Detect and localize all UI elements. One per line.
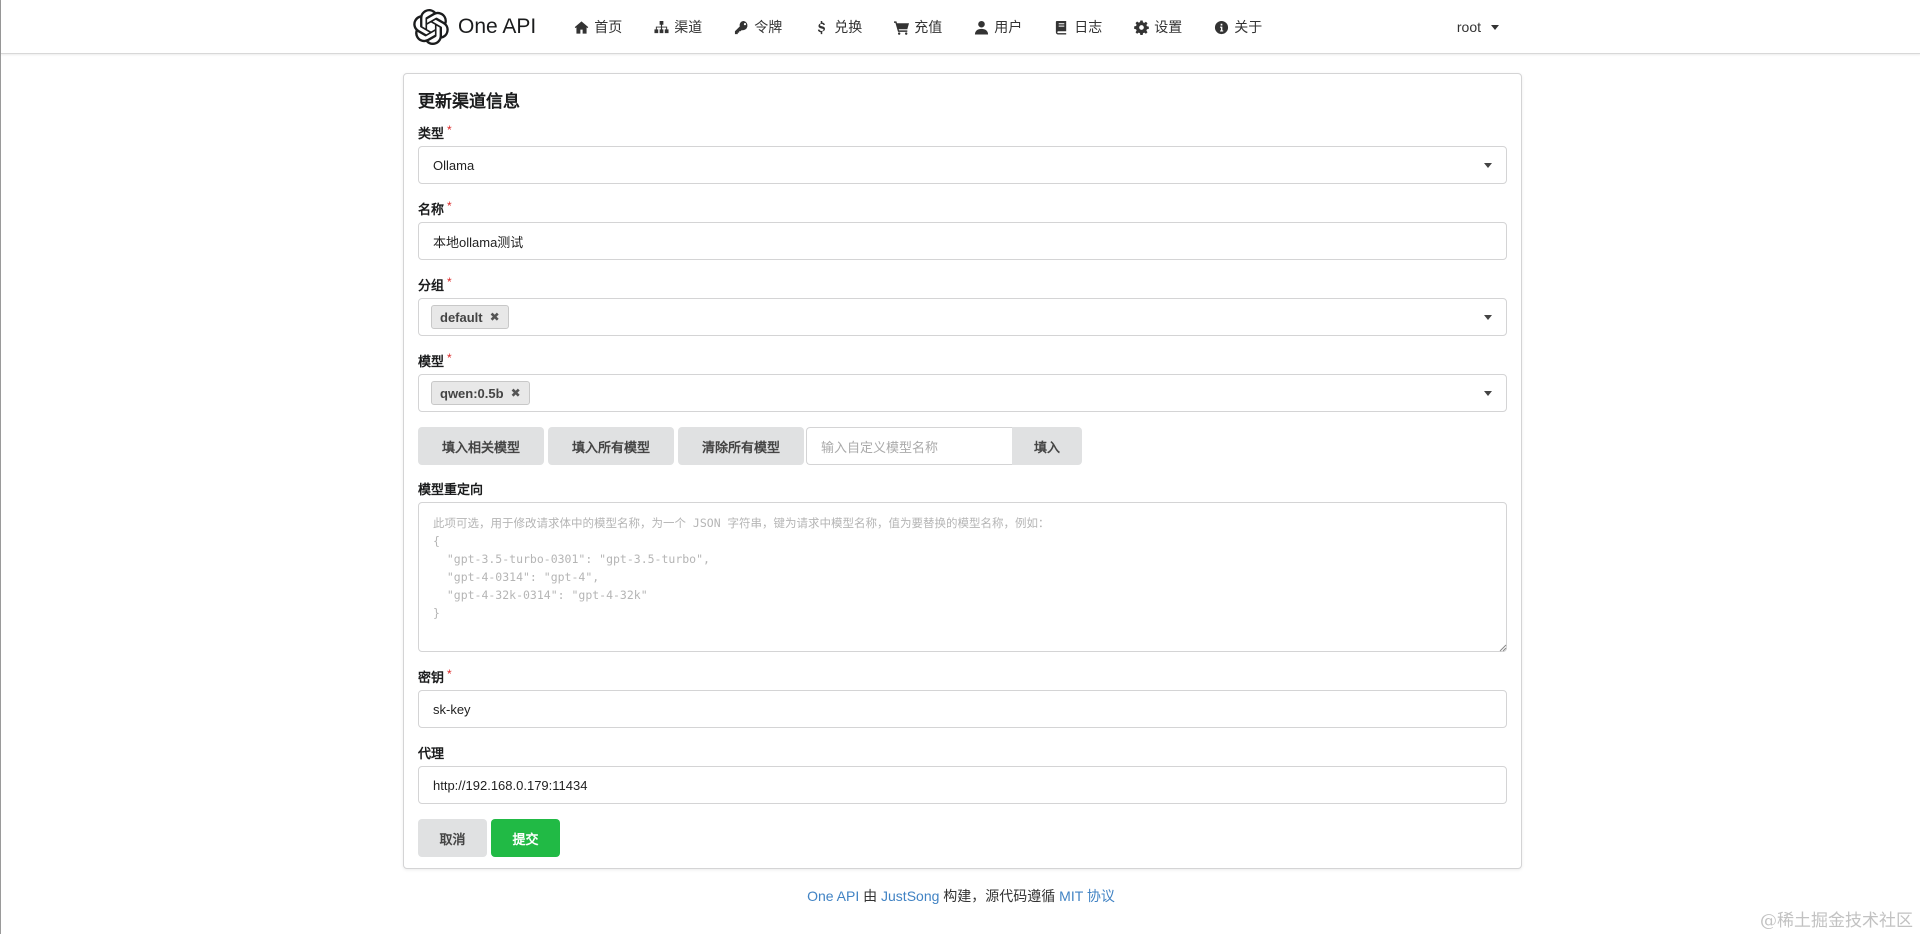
group-chip: default ✖: [431, 305, 509, 329]
model-chip: qwen:0.5b ✖: [431, 381, 530, 405]
model-mapping-textarea[interactable]: 此项可选，用于修改请求体中的模型名称，为一个 JSON 字符串，键为请求中模型名…: [418, 502, 1507, 652]
group-label: 分组 *: [418, 275, 452, 294]
home-icon: [574, 20, 589, 35]
cart-icon: [894, 20, 910, 35]
footer-by-text: 由: [859, 888, 882, 904]
model-chip-label: qwen:0.5b: [440, 385, 504, 401]
required-marker: *: [447, 351, 452, 365]
group-chip-label: default: [440, 309, 483, 325]
key-input[interactable]: sk-key: [418, 690, 1507, 728]
user-name: root: [1456, 19, 1481, 35]
dropdown-caret-icon: [1484, 315, 1492, 320]
models-label: 模型 *: [418, 351, 452, 370]
nav-home-label: 首页: [594, 19, 623, 35]
nav-about-label: 关于: [1234, 19, 1263, 35]
nav-tokens-label: 令牌: [754, 19, 783, 35]
proxy-label: 代理: [418, 746, 445, 761]
footer-author-link[interactable]: JustSong: [881, 888, 939, 904]
model-mapping-label: 模型重定向: [418, 482, 484, 497]
edit-channel-card: 更新渠道信息 类型 * Ollama 名称 * 本地ollama测试 分组 * def…: [403, 73, 1522, 869]
gear-icon: [1134, 19, 1150, 35]
type-select[interactable]: Ollama: [418, 146, 1507, 184]
nav-redeem[interactable]: 兑换: [798, 0, 878, 54]
nav-channels[interactable]: 渠道: [638, 0, 718, 54]
nav-about[interactable]: 关于: [1198, 0, 1278, 54]
brand-name: One API: [458, 15, 537, 38]
page-title: 更新渠道信息: [418, 92, 520, 111]
custom-model-input[interactable]: 输入自定义模型名称: [806, 427, 1012, 465]
proxy-input[interactable]: http://192.168.0.179:11434: [418, 766, 1507, 804]
required-marker: *: [447, 667, 452, 681]
footer-app-link[interactable]: One API: [807, 888, 859, 904]
models-multiselect[interactable]: qwen:0.5b ✖: [418, 374, 1507, 412]
clear-all-models-button[interactable]: 清除所有模型: [678, 427, 804, 465]
key-input-value: sk-key: [433, 701, 471, 717]
footer-built-text: 构建，源代码遵循: [939, 888, 1060, 904]
fill-related-models-button[interactable]: 填入相关模型: [418, 427, 544, 465]
openai-logo-icon: [413, 9, 449, 45]
submit-button[interactable]: 提交: [491, 819, 560, 857]
top-menu: One API 首页 渠道 令牌 兑换 充值 用户 日志 设置 关于 root: [1, 0, 1920, 54]
remove-chip-icon[interactable]: ✖: [511, 386, 521, 400]
nav-settings[interactable]: 设置: [1118, 0, 1198, 54]
type-label-text: 类型: [418, 126, 445, 141]
nav-users[interactable]: 用户: [958, 0, 1038, 54]
nav-channels-label: 渠道: [674, 19, 703, 35]
type-label: 类型 *: [418, 123, 452, 142]
name-label-text: 名称: [418, 202, 445, 217]
fill-custom-model-button[interactable]: 填入: [1012, 427, 1082, 465]
sitemap-icon: [654, 20, 669, 35]
proxy-input-value: http://192.168.0.179:11434: [433, 777, 588, 793]
nav-logs[interactable]: 日志: [1038, 0, 1118, 54]
type-select-value: Ollama: [433, 157, 475, 173]
nav-redeem-label: 兑换: [834, 19, 863, 35]
info-icon: [1214, 20, 1229, 35]
name-input[interactable]: 本地ollama测试: [418, 222, 1507, 260]
nav-settings-label: 设置: [1154, 19, 1183, 35]
fill-all-models-button[interactable]: 填入所有模型: [548, 427, 674, 465]
group-multiselect[interactable]: default ✖: [418, 298, 1507, 336]
nav-tokens[interactable]: 令牌: [718, 0, 798, 54]
user-dropdown[interactable]: root: [1457, 0, 1499, 54]
group-label-text: 分组: [418, 278, 445, 293]
caret-down-icon: [1491, 24, 1499, 30]
remove-chip-icon[interactable]: ✖: [490, 310, 500, 324]
resize-grip-icon[interactable]: [1499, 644, 1507, 652]
brand-home-link[interactable]: One API: [413, 9, 536, 45]
name-label: 名称 *: [418, 199, 452, 218]
nav-home[interactable]: 首页: [558, 0, 638, 54]
nav-logs-label: 日志: [1074, 19, 1103, 35]
nav-users-label: 用户: [994, 19, 1023, 35]
name-input-value: 本地ollama测试: [433, 234, 524, 250]
footer-license-link[interactable]: MIT 协议: [1059, 888, 1115, 904]
required-marker: *: [447, 123, 452, 137]
dropdown-caret-icon: [1484, 163, 1492, 168]
nav-topup[interactable]: 充值: [878, 0, 958, 54]
footer: One API 由 JustSong 构建，源代码遵循 MIT 协议: [1, 886, 1920, 906]
dropdown-caret-icon: [1484, 391, 1492, 396]
required-marker: *: [447, 199, 452, 213]
book-icon: [1054, 20, 1069, 35]
required-marker: *: [447, 275, 452, 289]
key-label: 密钥 *: [418, 667, 452, 686]
cancel-button[interactable]: 取消: [418, 819, 487, 857]
nav-topup-label: 充值: [914, 19, 943, 35]
key-icon: [734, 20, 749, 35]
watermark: @稀土掘金技术社区: [1760, 911, 1913, 931]
key-label-text: 密钥: [418, 670, 445, 685]
models-label-text: 模型: [418, 354, 445, 369]
user-icon: [974, 20, 989, 35]
dollar-icon: [814, 20, 829, 35]
